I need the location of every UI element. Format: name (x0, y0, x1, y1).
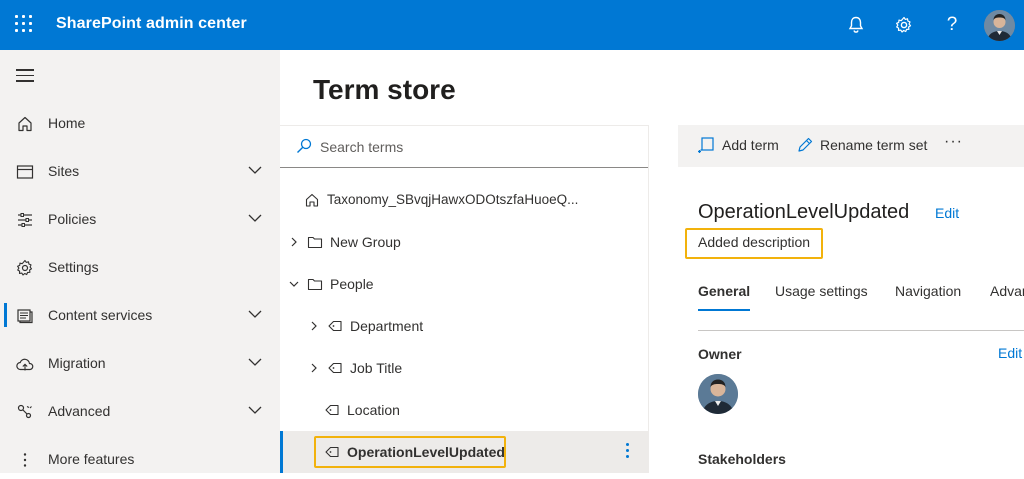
tab-advanced[interactable]: Advanced (990, 283, 1024, 299)
nav-item-migration[interactable]: Migration (0, 343, 280, 383)
nav-item-sites[interactable]: Sites (0, 151, 280, 191)
owner-label: Owner (698, 346, 742, 362)
more-commands-button[interactable]: ··· (944, 133, 963, 151)
add-term-icon (698, 137, 714, 153)
rename-term-set-button[interactable]: Rename term set (796, 137, 936, 157)
detail-tabs: General Usage settings Navigation Advanc… (698, 283, 1024, 313)
tree-row-job-title[interactable]: Job Title (280, 347, 648, 389)
tree-row-new-group[interactable]: New Group (280, 221, 648, 263)
nav-item-label: More features (48, 451, 135, 467)
chevron-down-icon[interactable] (248, 309, 262, 319)
home-icon (18, 116, 32, 132)
search-input[interactable] (320, 137, 630, 157)
stakeholders-label: Stakeholders (698, 451, 786, 467)
tree-row-people[interactable]: People (280, 263, 648, 305)
rename-term-set-label: Rename term set (820, 137, 928, 153)
advanced-icon (17, 404, 32, 419)
edit-name-link[interactable]: Edit (935, 205, 959, 221)
nav-item-content-services[interactable]: Content services (0, 295, 280, 335)
tree-row-taxonomy[interactable]: Taxonomy_SBvqjHawxODOtszfaHuoeQ... (280, 179, 648, 221)
settings-icon (17, 259, 33, 276)
help-icon[interactable]: ? (940, 13, 964, 37)
app-title[interactable]: SharePoint admin center (56, 15, 247, 33)
migration-icon (16, 358, 34, 371)
term-tree-pane: Taxonomy_SBvqjHawxODOtszfaHuoeQ... New G… (280, 125, 649, 473)
nav-item-label: Advanced (48, 403, 111, 419)
tag-icon (328, 320, 342, 332)
term-description: Added description (698, 234, 811, 250)
tree-row-location[interactable]: Location (280, 389, 648, 431)
tag-icon (328, 362, 342, 374)
nav-item-label: Content services (48, 307, 153, 323)
search-box[interactable] (280, 126, 648, 168)
tree-row-label: OperationLevelUpdated (347, 444, 505, 460)
chevron-right-icon[interactable] (309, 321, 319, 331)
chevron-right-icon[interactable] (309, 363, 319, 373)
nav-item-policies[interactable]: Policies (0, 199, 280, 239)
tree-row-label: Job Title (350, 360, 403, 376)
divider (698, 330, 1024, 331)
tab-navigation[interactable]: Navigation (895, 283, 961, 299)
main-content: Term store Taxonomy_SBvqjHawxODOtszfaHuo… (280, 50, 1024, 473)
chevron-down-icon[interactable] (289, 279, 299, 289)
nav-item-more-features[interactable]: More features (0, 439, 280, 479)
home-icon (305, 193, 319, 207)
chevron-down-icon[interactable] (248, 165, 262, 175)
term-detail-pane: Add term Rename term set ··· OperationLe… (650, 125, 1024, 473)
nav-item-advanced[interactable]: Advanced (0, 391, 280, 431)
add-term-button[interactable]: Add term (698, 137, 788, 157)
tab-usage-settings[interactable]: Usage settings (775, 283, 868, 299)
search-icon (297, 138, 312, 153)
nav-item-settings[interactable]: Settings (0, 247, 280, 287)
folder-icon (307, 278, 323, 291)
waffle-icon[interactable] (14, 14, 34, 34)
pencil-icon (798, 137, 813, 152)
left-nav: Home Sites Policies Settings Content ser… (0, 50, 280, 473)
tree-row-label: People (330, 276, 374, 292)
more-features-icon (23, 453, 27, 467)
content-services-icon (17, 309, 33, 324)
owner-avatar[interactable] (698, 374, 738, 414)
nav-item-label: Home (48, 115, 86, 131)
add-term-label: Add term (722, 137, 779, 153)
nav-item-label: Settings (48, 259, 99, 275)
sites-icon (16, 165, 34, 179)
nav-item-label: Sites (48, 163, 80, 179)
chevron-down-icon[interactable] (248, 213, 262, 223)
nav-item-label: Policies (48, 211, 97, 227)
bell-icon[interactable] (844, 13, 868, 37)
tag-icon (325, 404, 339, 416)
command-bar: Add term Rename term set ··· (678, 125, 1024, 167)
tree-row-label: Taxonomy_SBvqjHawxODOtszfaHuoeQ... (327, 192, 579, 207)
avatar[interactable] (984, 10, 1015, 41)
tree-row-label: New Group (330, 234, 401, 250)
policies-icon (18, 213, 32, 227)
tab-general[interactable]: General (698, 283, 751, 311)
more-options-icon[interactable] (624, 443, 630, 461)
tree-row-department[interactable]: Department (280, 305, 648, 347)
tree-row-operationlevelupdated[interactable]: OperationLevelUpdated (280, 431, 648, 473)
folder-icon (307, 236, 323, 249)
gear-icon[interactable] (892, 13, 916, 37)
page-title: Term store (313, 74, 456, 105)
term-name: OperationLevelUpdated (698, 201, 910, 223)
nav-item-home[interactable]: Home (0, 103, 280, 143)
chevron-down-icon[interactable] (248, 357, 262, 367)
top-bar: SharePoint admin center ? (0, 0, 1024, 50)
edit-owner-link[interactable]: Edit (998, 345, 1022, 361)
chevron-right-icon[interactable] (289, 237, 299, 247)
nav-item-label: Migration (48, 355, 106, 371)
hamburger-menu-icon[interactable] (16, 69, 34, 86)
chevron-down-icon[interactable] (248, 405, 262, 415)
tree-row-label: Location (347, 402, 400, 418)
tag-icon (325, 446, 339, 458)
tree-row-label: Department (350, 318, 424, 334)
